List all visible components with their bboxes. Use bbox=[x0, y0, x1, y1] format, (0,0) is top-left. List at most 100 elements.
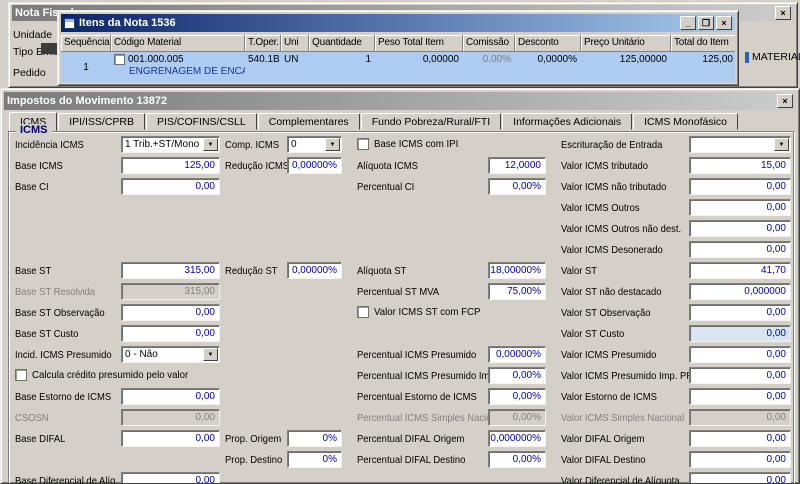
percentual-estorno-de-icms-input[interactable]: 0,00% bbox=[488, 388, 546, 405]
base-st-resolvida-label: Base ST Resolvida bbox=[15, 286, 96, 298]
items-table-body: 1 001.000.005 ENGRENAGEM DE ENCAIXE 540.… bbox=[61, 52, 735, 82]
valor-estorno-de-icms-label: Valor Estorno de ICMS bbox=[561, 391, 657, 403]
valor-icms-simples-nacional-input[interactable]: 0,00 bbox=[689, 409, 791, 426]
base-st-custo-input[interactable]: 0,00 bbox=[121, 325, 220, 342]
valor-icms-outros-nao-dest-label: Valor ICMS Outros não dest. bbox=[561, 223, 682, 235]
aliquota-icms-input[interactable]: 12,0000 bbox=[488, 157, 546, 174]
reducao-st-input[interactable]: 0,00000% bbox=[287, 262, 342, 279]
itens-title: Itens da Nota 1536 bbox=[79, 17, 176, 29]
prop-destino-input[interactable]: 0% bbox=[287, 451, 342, 468]
checkbox-icon bbox=[357, 306, 369, 318]
column-header-4[interactable]: Uni bbox=[281, 35, 309, 52]
percentual-ci-label: Percentual CI bbox=[357, 181, 415, 193]
column-header-1[interactable]: Sequência bbox=[61, 35, 111, 52]
itens-titlebar[interactable]: Itens da Nota 1536 _ ❐ × bbox=[61, 14, 735, 32]
valor-st-input[interactable]: 41,70 bbox=[689, 262, 791, 279]
escrituracao-de-entrada-select[interactable]: ▼ bbox=[689, 136, 791, 153]
base-ci-input[interactable]: 0,00 bbox=[121, 178, 220, 195]
maximize-button[interactable]: ❐ bbox=[698, 16, 714, 30]
valor-difal-origem-label: Valor DIFAL Origem bbox=[561, 433, 645, 445]
percentual-difal-destino-input[interactable]: 0,00% bbox=[488, 451, 546, 468]
icms-group-title: ICMS bbox=[16, 124, 52, 136]
valor-icms-desonerado-input[interactable]: 0,00 bbox=[689, 241, 791, 258]
valor-icms-nao-tributado-input[interactable]: 0,00 bbox=[689, 178, 791, 195]
cell-uni: UN bbox=[284, 54, 299, 65]
percentual-icms-simples-nacional-label: Percentual ICMS Simples Nacional bbox=[357, 412, 505, 424]
valor-icms-presumido-imp-pr-input[interactable]: 0,00 bbox=[689, 367, 791, 384]
valor-st-nao-destacado-input[interactable]: 0,000000 bbox=[689, 283, 791, 300]
valor-icms-nao-tributado-label: Valor ICMS não tributado bbox=[561, 181, 667, 193]
percentual-ci-input[interactable]: 0,00% bbox=[488, 178, 546, 195]
close-button[interactable]: × bbox=[716, 16, 732, 30]
incid-icms-presumido-select[interactable]: 0 - Não ▼ bbox=[121, 346, 220, 363]
column-header-6[interactable]: Peso Total Item bbox=[375, 35, 463, 52]
valor-icms-presumido-imp-pr-label: Valor ICMS Presumido Imp. PR bbox=[561, 370, 694, 382]
codigo-text: 001.000.005 bbox=[128, 54, 184, 65]
calcula-credito-presumido-checkbox[interactable]: Calcula crédito presumido pelo valor bbox=[15, 369, 202, 381]
percentual-icms-simples-nacional-input[interactable]: 0,00% bbox=[488, 409, 546, 426]
percentual-difal-origem-input[interactable]: 0,000000% bbox=[488, 430, 546, 447]
valor-st-custo-input[interactable]: 0,00 bbox=[689, 325, 791, 342]
column-header-8[interactable]: Desconto bbox=[515, 35, 581, 52]
base-st-input[interactable]: 315,00 bbox=[121, 262, 220, 279]
base-estorno-de-icms-input[interactable]: 0,00 bbox=[121, 388, 220, 405]
window-impostos-do-movimento: Impostos do Movimento 13872 × ICMS IPI/IS… bbox=[0, 88, 800, 484]
percentual-icms-presumido-input[interactable]: 0,00000% bbox=[488, 346, 546, 363]
calcula-credito-presumido-label: Calcula crédito presumido pelo valor bbox=[32, 369, 189, 381]
column-header-9[interactable]: Preço Unitário bbox=[581, 35, 671, 52]
incid-icms-presumido-value: 0 - Não bbox=[125, 349, 158, 360]
cell-toper: 540.1B bbox=[248, 54, 280, 65]
base-difal-input[interactable]: 0,00 bbox=[121, 430, 220, 447]
aliquota-st-input[interactable]: 18,00000% bbox=[488, 262, 546, 279]
row-checkbox[interactable] bbox=[114, 54, 125, 65]
prop-origem-input[interactable]: 0% bbox=[287, 430, 342, 447]
tab-ipi-iss-cprb[interactable]: IPI/ISS/CPRB bbox=[58, 113, 146, 130]
valor-st-custo-label: Valor ST Custo bbox=[561, 328, 625, 340]
column-header-3[interactable]: T.Oper. bbox=[245, 35, 281, 52]
chevron-down-icon[interactable]: ▼ bbox=[203, 348, 218, 361]
incidencia-icms-select[interactable]: 1 Trib.+ST/Mono ▼ bbox=[121, 136, 220, 153]
valor-icms-outros-input[interactable]: 0,00 bbox=[689, 199, 791, 216]
percentual-icms-presumido-imp-pr-input[interactable]: 0,00% bbox=[488, 367, 546, 384]
reducao-st-label: Redução ST bbox=[225, 265, 278, 277]
items-table-header: Sequência Código Material T.Oper. Uni Quanti… bbox=[61, 35, 735, 52]
column-header-5[interactable]: Quantidade bbox=[309, 35, 375, 52]
valor-st-observacao-input[interactable]: 0,00 bbox=[689, 304, 791, 321]
chevron-down-icon[interactable]: ▼ bbox=[774, 138, 789, 151]
valor-icms-presumido-input[interactable]: 0,00 bbox=[689, 346, 791, 363]
base-diferencial-de-aliq-input[interactable]: 0,00 bbox=[121, 472, 220, 483]
valor-difal-destino-input[interactable]: 0,00 bbox=[689, 451, 791, 468]
reducao-icms-input[interactable]: 0,00000% bbox=[287, 157, 342, 174]
valor-estorno-de-icms-input[interactable]: 0,00 bbox=[689, 388, 791, 405]
percentual-st-mva-input[interactable]: 75,00% bbox=[488, 283, 546, 300]
column-header-7[interactable]: Comissão bbox=[463, 35, 515, 52]
base-icms-com-ipi-checkbox[interactable]: Base ICMS com IPI bbox=[357, 138, 466, 150]
column-header-2[interactable]: Código Material bbox=[111, 35, 245, 52]
tab-fundo-pobreza-rural-fti[interactable]: Fundo Pobreza/Rural/FTI bbox=[360, 113, 502, 130]
csosn-input[interactable]: 0,00 bbox=[121, 409, 220, 426]
base-st-observacao-input[interactable]: 0,00 bbox=[121, 304, 220, 321]
comp-icms-select[interactable]: 0 ▼ bbox=[287, 136, 342, 153]
tab-pis-cofins-csll[interactable]: PIS/COFINS/CSLL bbox=[146, 113, 257, 130]
chevron-down-icon[interactable]: ▼ bbox=[203, 138, 218, 151]
valor-icms-tributado-label: Valor ICMS tributado bbox=[561, 160, 649, 172]
chevron-down-icon[interactable]: ▼ bbox=[325, 138, 340, 151]
valor-icms-outros-label: Valor ICMS Outros bbox=[561, 202, 640, 214]
unidade-label: Unidade bbox=[13, 29, 53, 41]
tab-informa-es-adicionais[interactable]: Informações Adicionais bbox=[502, 113, 633, 130]
base-icms-input[interactable]: 125,00 bbox=[121, 157, 220, 174]
valor-difal-origem-input[interactable]: 0,00 bbox=[689, 430, 791, 447]
cell-comissao: 0,00% bbox=[482, 54, 511, 65]
table-row[interactable]: 1 001.000.005 ENGRENAGEM DE ENCAIXE 540.… bbox=[61, 52, 735, 82]
column-header-10[interactable]: Total do Item bbox=[671, 35, 735, 52]
valor-icms-outros-nao-dest-input[interactable]: 0,00 bbox=[689, 220, 791, 237]
valor-icms-tributado-input[interactable]: 15,00 bbox=[689, 157, 791, 174]
tab-complementares[interactable]: Complementares bbox=[257, 113, 360, 130]
valor-icms-st-com-fcp-checkbox[interactable]: Valor ICMS ST com FCP bbox=[357, 306, 490, 318]
valor-diferencial-de-aliquota-input[interactable]: 0,00 bbox=[689, 472, 791, 483]
base-st-resolvida-input[interactable]: 315,00 bbox=[121, 283, 220, 300]
minimize-button[interactable]: _ bbox=[680, 16, 696, 30]
close-icon[interactable]: × bbox=[775, 6, 791, 20]
descricao-text: ENGRENAGEM DE ENCAIXE bbox=[129, 66, 245, 77]
tab-icms-monof-sico[interactable]: ICMS Monofásico bbox=[633, 113, 739, 130]
